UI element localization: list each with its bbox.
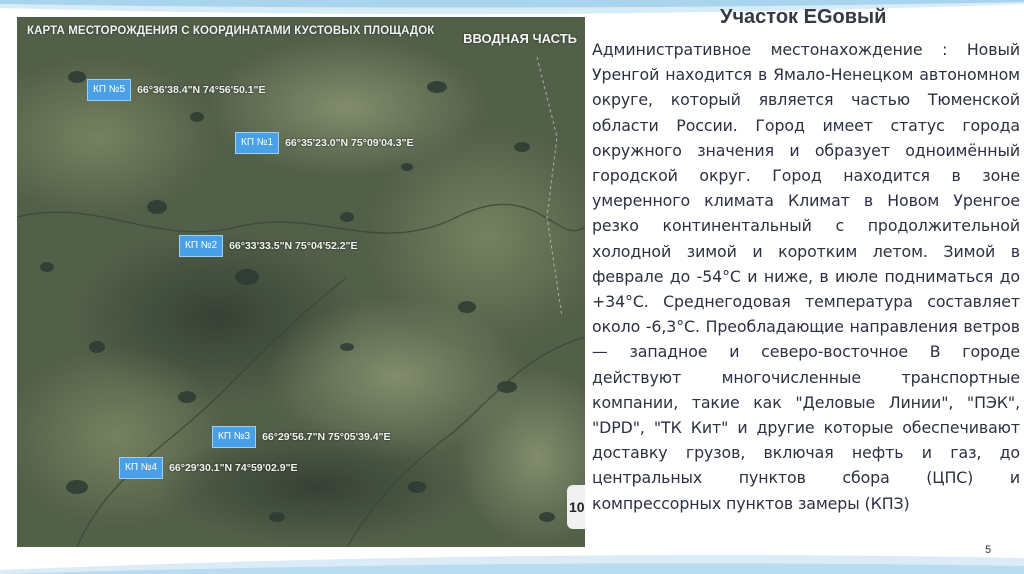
pad-label: КП №1: [235, 132, 280, 154]
pad-label: КП №4: [119, 457, 164, 479]
slide-body-text: Административное местонахождение : Новый…: [592, 40, 1020, 513]
pad-coordinates: 66°29'56.7"N 75°05'39.4"E: [262, 431, 391, 443]
pad-2-marker: КП №2 66°33'33.5"N 75°04'52.2"E: [179, 235, 358, 257]
pad-coordinates: 66°35'23.0"N 75°09'04.3"E: [285, 137, 414, 149]
pad-label: КП №2: [179, 235, 224, 257]
pad-1-marker: КП №1 66°35'23.0"N 75°09'04.3"E: [235, 132, 414, 154]
satellite-map: КАРТА МЕСТОРОЖДЕНИЯ С КООРДИНАТАМИ КУСТО…: [17, 17, 585, 547]
pad-3-marker: КП №3 66°29'56.7"N 75°05'39.4"E: [212, 426, 391, 448]
pad-label: КП №3: [212, 426, 257, 448]
map-title: КАРТА МЕСТОРОЖДЕНИЯ С КООРДИНАТАМИ КУСТО…: [27, 25, 435, 37]
pad-4-marker: КП №4 66°29'30.1"N 74°59'02.9"E: [119, 457, 298, 479]
slide-title: Участок EGовый: [720, 6, 887, 28]
pad-coordinates: 66°36'38.4"N 74°56'50.1"E: [137, 84, 266, 96]
footer-decoration: [0, 554, 1024, 574]
section-label: ВВОДНАЯ ЧАСТЬ: [463, 31, 577, 46]
page-number-tab: 10: [567, 485, 585, 529]
slide-number: 5: [985, 544, 992, 556]
pad-coordinates: 66°29'30.1"N 74°59'02.9"E: [169, 462, 298, 474]
pad-5-marker: КП №5 66°36'38.4"N 74°56'50.1"E: [87, 79, 266, 101]
pad-label: КП №5: [87, 79, 132, 101]
pad-coordinates: 66°33'33.5"N 75°04'52.2"E: [229, 240, 358, 252]
